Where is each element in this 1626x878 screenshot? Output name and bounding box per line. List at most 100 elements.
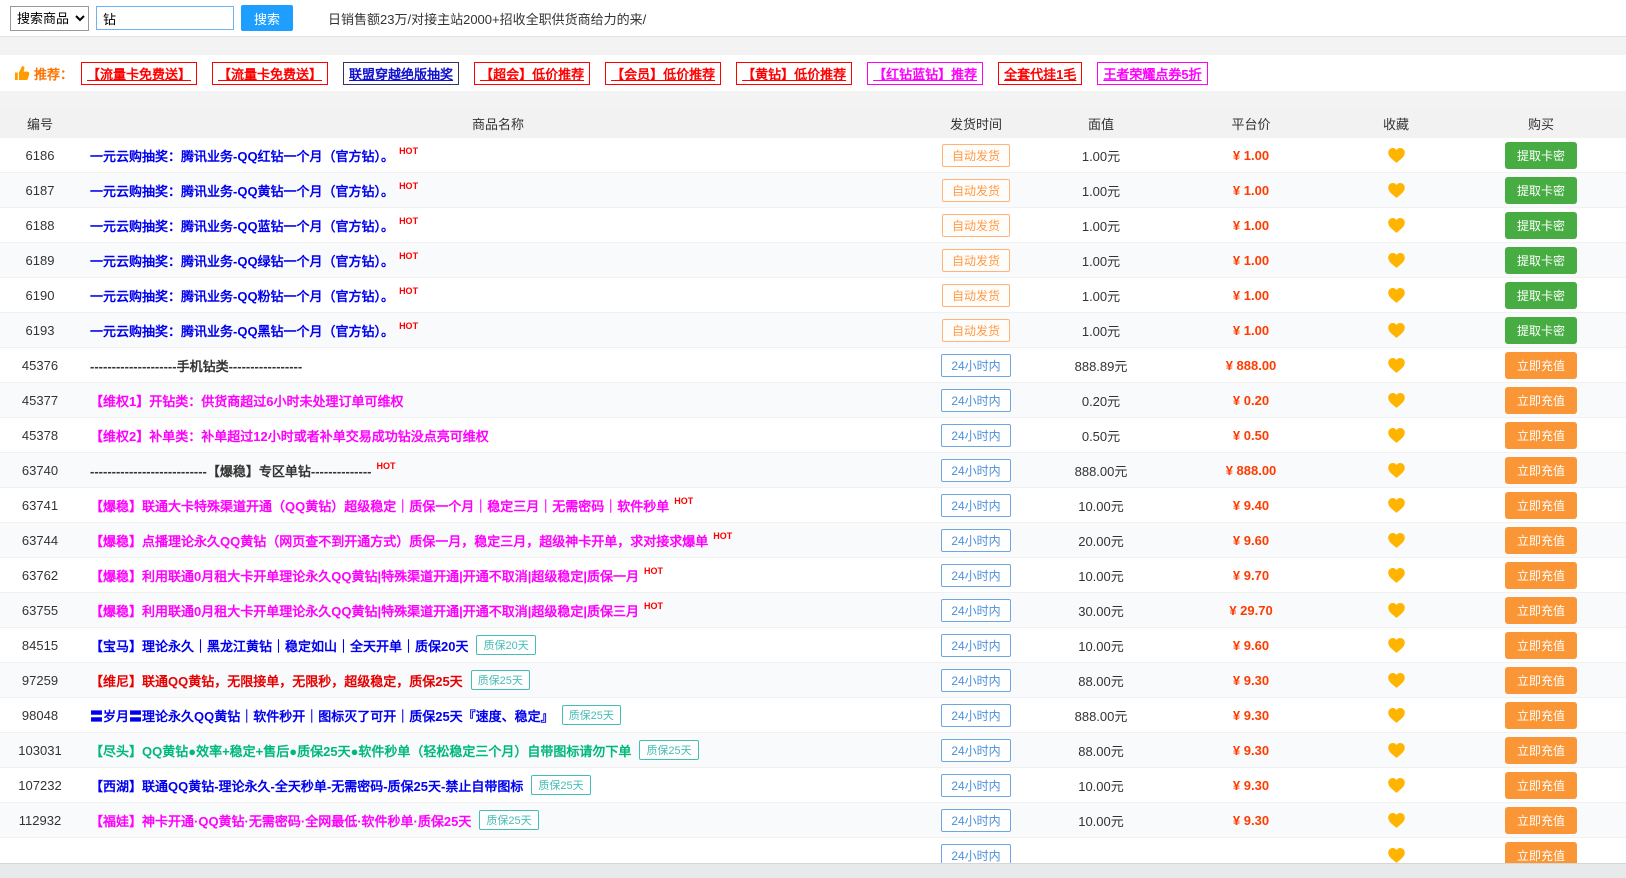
favorite-heart-icon[interactable] xyxy=(1388,148,1405,163)
search-input[interactable] xyxy=(96,6,234,30)
product-name-link[interactable]: 一元云购抽奖：腾讯业务-QQ黄钻一个月（官方钻）。 xyxy=(90,181,394,200)
favorite-heart-icon[interactable] xyxy=(1388,323,1405,338)
favorite-heart-icon[interactable] xyxy=(1388,218,1405,233)
buy-button[interactable]: 立即充值 xyxy=(1505,527,1577,554)
buy-button[interactable]: 立即充值 xyxy=(1505,457,1577,484)
buy-button[interactable]: 立即充值 xyxy=(1505,352,1577,379)
buy-button[interactable]: 立即充值 xyxy=(1505,562,1577,589)
buy-button[interactable]: 立即充值 xyxy=(1505,387,1577,414)
favorite-heart-icon[interactable] xyxy=(1388,848,1405,863)
buy-button[interactable]: 提取卡密 xyxy=(1505,282,1577,309)
favorite-heart-icon[interactable] xyxy=(1388,533,1405,548)
product-name-link[interactable]: 【爆稳】点播理论永久QQ黄钻（网页查不到开通方式）质保一月，稳定三月，超级神卡开… xyxy=(90,531,708,550)
delivery-badge: 24小时内 xyxy=(941,459,1010,482)
buy-button[interactable]: 提取卡密 xyxy=(1505,212,1577,239)
recommend-link[interactable]: 【流量卡免费送】 xyxy=(212,62,328,85)
buy-cell: 立即充值 xyxy=(1456,352,1626,379)
buy-cell: 提取卡密 xyxy=(1456,282,1626,309)
favorite-heart-icon[interactable] xyxy=(1388,708,1405,723)
product-id: 63741 xyxy=(0,498,80,513)
search-category-select[interactable]: 搜索商品 xyxy=(10,6,89,31)
buy-button[interactable]: 提取卡密 xyxy=(1505,177,1577,204)
product-name-link[interactable]: 【爆稳】利用联通0月租大卡开单理论永久QQ黄钻|特殊渠道开通|开通不取消|超级稳… xyxy=(90,566,639,585)
product-name-link[interactable]: 【爆稳】利用联通0月租大卡开单理论永久QQ黄钻|特殊渠道开通|开通不取消|超级稳… xyxy=(90,601,639,620)
buy-button[interactable]: 立即充值 xyxy=(1505,772,1577,799)
product-id: 6187 xyxy=(0,183,80,198)
favorite-heart-icon[interactable] xyxy=(1388,638,1405,653)
favorite-heart-icon[interactable] xyxy=(1388,743,1405,758)
favorite-heart-icon[interactable] xyxy=(1388,463,1405,478)
recommend-link[interactable]: 全套代挂1毛 xyxy=(998,62,1082,85)
recommend-link[interactable]: 【会员】低价推荐 xyxy=(605,62,721,85)
product-name-link[interactable]: 一元云购抽奖：腾讯业务-QQ黑钻一个月（官方钻）。 xyxy=(90,321,394,340)
buy-cell: 立即充值 xyxy=(1456,562,1626,589)
product-name-link[interactable]: ---------------------------【爆稳】专区单钻-----… xyxy=(90,461,372,480)
face-value: 0.20元 xyxy=(1036,391,1166,410)
buy-button[interactable]: 立即充值 xyxy=(1505,807,1577,834)
face-value: 20.00元 xyxy=(1036,531,1166,550)
hot-label: HOT xyxy=(399,321,418,331)
buy-button[interactable]: 立即充值 xyxy=(1505,702,1577,729)
delivery-badge: 24小时内 xyxy=(941,494,1010,517)
product-name-link[interactable]: 【尽头】QQ黄钻●效率+稳定+售后●质保25天●软件秒单（轻松稳定三个月）自带图… xyxy=(90,741,631,760)
hot-label: HOT xyxy=(399,146,418,156)
product-name-link[interactable]: 一元云购抽奖：腾讯业务-QQ红钻一个月（官方钻）。 xyxy=(90,146,394,165)
product-name-link[interactable]: 一元云购抽奖：腾讯业务-QQ粉钻一个月（官方钻）。 xyxy=(90,286,394,305)
favorite-heart-icon[interactable] xyxy=(1388,428,1405,443)
product-name-link[interactable]: 【维权2】补单类：补单超过12小时或者补单交易成功钻没点亮可维权 xyxy=(90,426,489,445)
favorite-heart-icon[interactable] xyxy=(1388,183,1405,198)
product-name-link[interactable]: 【维尼】联通QQ黄钻，无限接单，无限秒，超级稳定，质保25天 xyxy=(90,671,463,690)
recommend-link[interactable]: 【超会】低价推荐 xyxy=(474,62,590,85)
product-name-link[interactable]: 【爆稳】联通大卡特殊渠道开通（QQ黄钻）超级稳定｜质保一个月｜稳定三月｜无需密码… xyxy=(90,496,669,515)
recommend-link[interactable]: 王者荣耀点券5折 xyxy=(1097,62,1207,85)
table-row: 45377 【维权1】开钻类：供货商超过6小时未处理订单可维权 24小时内 0.… xyxy=(0,383,1626,418)
favorite-heart-icon[interactable] xyxy=(1388,778,1405,793)
delivery-badge: 24小时内 xyxy=(941,739,1010,762)
buy-button[interactable]: 提取卡密 xyxy=(1505,247,1577,274)
buy-button[interactable]: 立即充值 xyxy=(1505,667,1577,694)
product-name-link[interactable]: 〓岁月〓理论永久QQ黄钻｜软件秒开｜图标灭了可开｜质保25天『速度、稳定』 xyxy=(90,706,554,725)
product-name-cell: 【福娃】神卡开通·QQ黄钻·无需密码·全网最低·软件秒单·质保25天 质保25天 xyxy=(80,810,916,830)
product-name-link[interactable]: 【西湖】联通QQ黄钻-理论永久-全天秒单-无需密码-质保25天-禁止自带图标 xyxy=(90,776,523,795)
hot-label: HOT xyxy=(399,251,418,261)
product-name-link[interactable]: 一元云购抽奖：腾讯业务-QQ绿钻一个月（官方钻）。 xyxy=(90,251,394,270)
delivery-cell: 自动发货 xyxy=(916,249,1036,272)
search-button[interactable]: 搜索 xyxy=(241,5,293,31)
product-id: 63755 xyxy=(0,603,80,618)
recommend-link[interactable]: 【流量卡免费送】 xyxy=(81,62,197,85)
buy-button[interactable]: 提取卡密 xyxy=(1505,317,1577,344)
favorite-cell xyxy=(1336,392,1456,408)
table-row: 6186 一元云购抽奖：腾讯业务-QQ红钻一个月（官方钻）。 HOT 自动发货 … xyxy=(0,138,1626,173)
buy-button[interactable]: 提取卡密 xyxy=(1505,142,1577,169)
buy-button[interactable]: 立即充值 xyxy=(1505,737,1577,764)
favorite-heart-icon[interactable] xyxy=(1388,568,1405,583)
favorite-heart-icon[interactable] xyxy=(1388,393,1405,408)
recommend-link[interactable]: 联盟穿越绝版抽奖 xyxy=(343,62,459,85)
favorite-heart-icon[interactable] xyxy=(1388,253,1405,268)
favorite-heart-icon[interactable] xyxy=(1388,813,1405,828)
table-row: 98048 〓岁月〓理论永久QQ黄钻｜软件秒开｜图标灭了可开｜质保25天『速度、… xyxy=(0,698,1626,733)
buy-button[interactable]: 立即充值 xyxy=(1505,632,1577,659)
recommend-link[interactable]: 【黄钻】低价推荐 xyxy=(736,62,852,85)
favorite-heart-icon[interactable] xyxy=(1388,288,1405,303)
favorite-heart-icon[interactable] xyxy=(1388,498,1405,513)
buy-cell: 立即充值 xyxy=(1456,667,1626,694)
product-name-link[interactable]: 一元云购抽奖：腾讯业务-QQ蓝钻一个月（官方钻）。 xyxy=(90,216,394,235)
product-name-link[interactable]: 【维权1】开钻类：供货商超过6小时未处理订单可维权 xyxy=(90,391,403,410)
buy-cell: 提取卡密 xyxy=(1456,177,1626,204)
product-name-link[interactable]: --------------------手机钻类----------------… xyxy=(90,356,302,375)
buy-cell: 立即充值 xyxy=(1456,457,1626,484)
recommend-link[interactable]: 【红钻蓝钻】推荐 xyxy=(867,62,983,85)
product-name-link[interactable]: 【福娃】神卡开通·QQ黄钻·无需密码·全网最低·软件秒单·质保25天 xyxy=(90,811,471,830)
buy-button[interactable]: 立即充值 xyxy=(1505,492,1577,519)
favorite-heart-icon[interactable] xyxy=(1388,673,1405,688)
product-name-link[interactable]: 【宝马】理论永久｜黑龙江黄钻｜稳定如山｜全天开单｜质保20天 xyxy=(90,636,468,655)
buy-button[interactable]: 立即充值 xyxy=(1505,597,1577,624)
buy-button[interactable]: 立即充值 xyxy=(1505,422,1577,449)
table-row: 107232 【西湖】联通QQ黄钻-理论永久-全天秒单-无需密码-质保25天-禁… xyxy=(0,768,1626,803)
buy-cell: 立即充值 xyxy=(1456,527,1626,554)
table-header: 编号 商品名称 发货时间 面值 平台价 收藏 购买 xyxy=(0,108,1626,138)
favorite-heart-icon[interactable] xyxy=(1388,603,1405,618)
favorite-heart-icon[interactable] xyxy=(1388,358,1405,373)
buy-button[interactable]: 立即充值 xyxy=(1505,842,1577,864)
